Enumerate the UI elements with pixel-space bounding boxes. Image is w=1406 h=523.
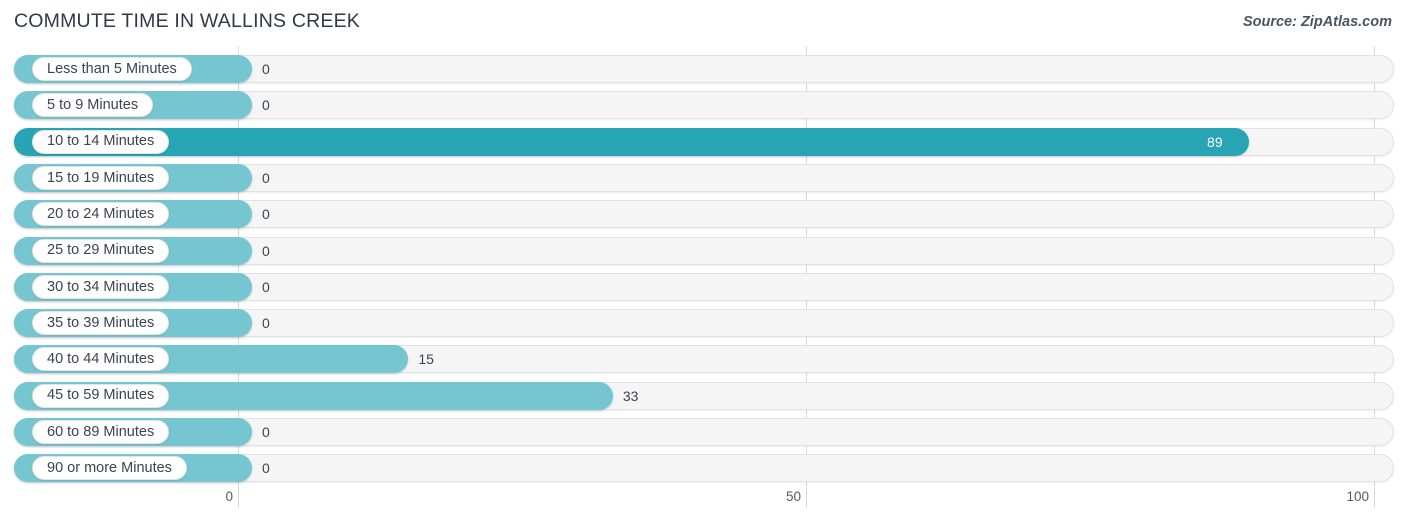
category-label-pill: 15 to 19 Minutes <box>32 165 170 190</box>
bar-row[interactable]: 30 to 34 Minutes 0 <box>14 272 1394 301</box>
axis-tick-label: 50 <box>785 489 801 504</box>
page-title: COMMUTE TIME IN WALLINS CREEK <box>14 10 361 32</box>
bar-row[interactable]: 40 to 44 Minutes 15 <box>14 345 1394 374</box>
bar-row[interactable]: 25 to 29 Minutes 0 <box>14 236 1394 265</box>
bar-value-label: 0 <box>262 169 270 186</box>
category-label-text: 60 to 89 Minutes <box>47 423 155 440</box>
category-label-text: 35 to 39 Minutes <box>47 314 155 331</box>
bar-row[interactable]: 60 to 89 Minutes 0 <box>14 418 1394 446</box>
source-attribution: Source: ZipAtlas.com <box>1242 14 1392 30</box>
axis-tick-mark <box>1374 484 1375 508</box>
category-label-text: 90 or more Minutes <box>47 460 172 477</box>
axis-tick-label: 0 <box>225 489 233 504</box>
bar-value-label: 0 <box>262 242 270 259</box>
axis-tick-mark <box>238 484 239 508</box>
bar-row[interactable]: 20 to 24 Minutes 0 <box>14 200 1394 229</box>
bar-value-label: 0 <box>262 424 270 440</box>
category-label-pill: 45 to 59 Minutes <box>32 383 170 408</box>
category-label-text: 45 to 59 Minutes <box>47 387 155 404</box>
category-label-pill: 60 to 89 Minutes <box>32 420 170 444</box>
bar-value-label: 0 <box>262 315 270 332</box>
category-label-text: 40 to 44 Minutes <box>47 351 155 368</box>
bar-row[interactable]: 90 or more Minutes 0 <box>14 454 1394 483</box>
bar-value-label: 89 <box>1207 133 1223 150</box>
category-label-text: 20 to 24 Minutes <box>47 205 155 222</box>
category-label-pill: 25 to 29 Minutes <box>32 238 170 263</box>
bar-row[interactable]: Less than 5 Minutes 0 <box>14 55 1394 83</box>
bar-value-label: 0 <box>262 460 270 477</box>
category-label-pill: 10 to 14 Minutes <box>32 129 170 154</box>
chart-header: COMMUTE TIME IN WALLINS CREEK Source: Zi… <box>0 0 1406 46</box>
bar-value-label: 0 <box>262 278 270 295</box>
category-label-pill: Less than 5 Minutes <box>32 57 192 81</box>
bar-value-label: 33 <box>622 387 639 404</box>
category-label-text: 30 to 34 Minutes <box>47 278 155 295</box>
category-label-pill: 35 to 39 Minutes <box>32 311 170 336</box>
category-label-text: Less than 5 Minutes <box>47 60 177 77</box>
category-label-pill: 90 or more Minutes <box>32 456 187 481</box>
x-axis: 0 50 100 <box>0 484 1406 523</box>
axis-tick-label: 100 <box>1346 489 1369 504</box>
category-label-pill: 40 to 44 Minutes <box>32 347 170 372</box>
axis-tick-mark <box>806 484 807 508</box>
bar-value-label: 15 <box>418 351 434 368</box>
value-bar[interactable] <box>14 127 1250 156</box>
chart-plot-area: Less than 5 Minutes 0 5 to 9 Minutes 0 10 to… <box>0 46 1406 484</box>
category-label-text: 10 to 14 Minutes <box>47 133 155 150</box>
category-label-text: 25 to 29 Minutes <box>47 242 155 259</box>
bar-value-label: 0 <box>262 206 270 223</box>
bar-row[interactable]: 45 to 59 Minutes 33 <box>14 381 1394 410</box>
bar-row[interactable]: 5 to 9 Minutes 0 <box>14 91 1394 120</box>
category-label-text: 15 to 19 Minutes <box>47 169 155 186</box>
bar-rows: Less than 5 Minutes 0 5 to 9 Minutes 0 10 to… <box>0 46 1406 484</box>
bar-value-label: 0 <box>262 97 270 114</box>
category-label-pill: 5 to 9 Minutes <box>32 93 154 118</box>
category-label-pill: 30 to 34 Minutes <box>32 274 170 299</box>
category-label-text: 5 to 9 Minutes <box>47 97 139 114</box>
bar-row[interactable]: 15 to 19 Minutes 0 <box>14 163 1394 192</box>
bar-row[interactable]: 35 to 39 Minutes 0 <box>14 309 1394 338</box>
bar-value-label: 0 <box>262 61 270 77</box>
bar-row[interactable]: 10 to 14 Minutes 89 <box>14 127 1394 156</box>
category-label-pill: 20 to 24 Minutes <box>32 202 170 227</box>
